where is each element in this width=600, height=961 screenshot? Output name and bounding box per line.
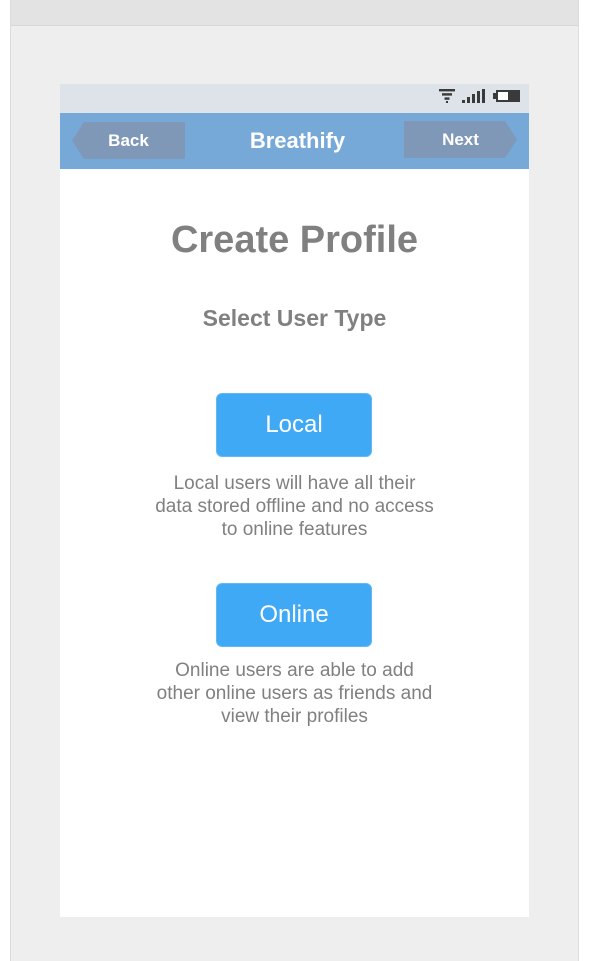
- mockup-canvas: Back Breathify Next Create Profile Selec…: [10, 0, 579, 961]
- local-user-button[interactable]: Local: [216, 393, 372, 457]
- back-button[interactable]: Back: [72, 122, 185, 159]
- canvas-toolbar: [11, 0, 578, 26]
- wifi-icon: [439, 88, 455, 108]
- phone-screen: Back Breathify Next Create Profile Selec…: [60, 84, 529, 917]
- battery-icon: [493, 89, 521, 108]
- back-button-label: Back: [108, 130, 149, 150]
- signal-icon: [462, 88, 486, 108]
- next-button[interactable]: Next: [404, 121, 517, 158]
- next-button-label: Next: [442, 129, 479, 149]
- page-title: Create Profile: [170, 219, 419, 261]
- nav-bar: Back Breathify Next: [60, 113, 529, 169]
- section-subtitle: Select User Type: [202, 305, 387, 331]
- online-user-button[interactable]: Online: [216, 583, 372, 647]
- online-user-description: Online users are able to add other onlin…: [156, 660, 433, 727]
- status-icons: [439, 88, 521, 108]
- local-user-description: Local users will have all their data sto…: [155, 473, 434, 540]
- status-bar: [60, 84, 529, 113]
- nav-title: Breathify: [249, 128, 346, 153]
